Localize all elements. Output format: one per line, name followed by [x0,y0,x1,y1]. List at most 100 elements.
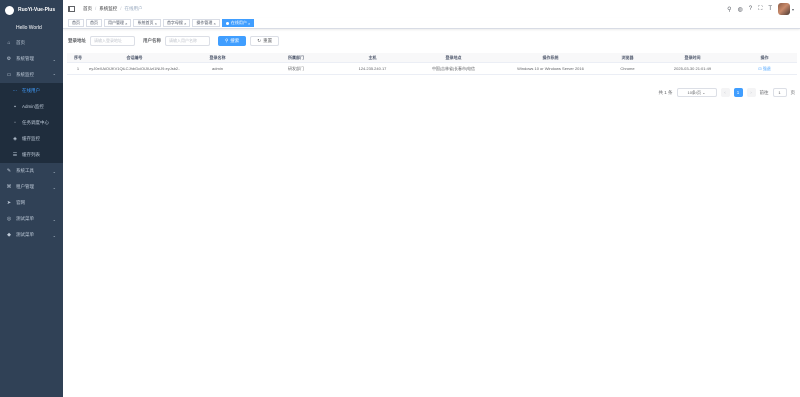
column-header: 登录名称 [209,54,226,60]
sidebar-item-system[interactable]: ⚙ 系统管理 ⌄ [0,51,63,67]
close-icon[interactable]: × [125,21,127,26]
tag-user-management[interactable]: 用户管理 × [104,19,132,27]
column-header: 序号 [74,54,82,60]
tag-home-2[interactable]: 首页 [86,19,102,27]
table-cell-host: 124.235.240.17 [358,66,387,71]
greeting: Hello World [16,24,42,31]
table-cell-index: 1 [76,66,80,71]
sidebar-item-test-1[interactable]: ◎ 测试菜单 ⌄ [0,211,63,227]
force-logout-button[interactable]: ⊡ 强退 [732,66,797,72]
job-icon: ▫ [14,120,16,126]
breadcrumb-monitor: 系统监控 [99,6,118,11]
active-dot-icon [225,21,229,25]
goto-page-input[interactable]: 1 [772,88,787,97]
test-icon: ◎ [6,216,12,222]
breadcrumb-current: 在线用户 [124,6,143,11]
tag-online-users[interactable]: 在线用户 × [221,19,255,27]
column-header: 操作 [760,54,769,60]
online-icon: ⋯ [12,88,18,94]
app-title: RuoYi-Vue-Plus [18,7,56,13]
delete-icon: ⊡ [758,65,762,71]
github-icon[interactable]: ◍ [738,6,743,13]
tenant-icon: ⌘ [6,184,12,190]
refresh-icon: ↻ [257,38,262,43]
column-header: 操作系统 [542,54,559,60]
chevron-down-icon: ⌄ [52,232,56,238]
table-cell-location: 中国|吉林省|长春市|电信 [431,65,476,71]
server-icon: ▪ [14,104,16,110]
sidebar-item-cache-list[interactable]: ☰ 缓存列表 [0,147,63,163]
navbar-actions: ⚲ ◍ ? ⛶ T ▾ [727,3,794,15]
column-header: 浏览器 [621,54,634,60]
prev-page-button[interactable]: ‹ [720,88,730,97]
sidebar-item-website[interactable]: ➤ 官网 [0,195,63,211]
table-cell-username: admin [212,66,223,71]
font-size-icon[interactable]: T [768,6,772,12]
tag-initial-search[interactable]: 首字母搜 × [162,19,191,27]
hamburger-icon[interactable] [68,6,75,12]
sidebar-item-job-center[interactable]: ▫ 任务调度中心 [0,115,63,131]
breadcrumb-home[interactable]: 首页 [83,6,92,12]
online-users-table: 序号 会话编号 登录名称 所属部门 主机 登录地点 操作系统 浏览器 登录时间 … [67,53,797,75]
tag-home[interactable]: 首页 [68,19,84,27]
sidebar-item-test-2[interactable]: ◆ 测试菜单 ⌄ [0,227,63,243]
table-cell-token: eyJ0eXAiOiJKV1QiLCJhbGciOiJIUzI1NiJ9.eyJ… [89,66,180,71]
search-button[interactable]: ⚲ 搜索 [218,36,247,46]
chevron-down-icon: ⌄ [52,168,56,174]
gear-icon: ⚙ [6,56,12,62]
reset-button[interactable]: ↻ 重置 [250,36,280,46]
close-icon[interactable]: × [184,21,186,26]
sidebar: RuoYi-Vue-Plus Hello World ⌂ 首页 ⚙ 系统管理 ⌄… [0,0,63,397]
close-icon[interactable]: × [248,21,250,26]
table-row: 1 eyJ0eXAiOiJKV1QiLCJhbGciOiJIUzI1NiJ9.e… [67,63,797,75]
sidebar-item-tenant[interactable]: ⌘ 租户管理 ⌄ [0,179,63,195]
table-cell-dept: 研发部门 [288,65,304,71]
dashboard-icon: ⌂ [7,40,11,46]
username-label: 用户名称 [143,38,161,43]
column-header: 所属部门 [288,54,304,60]
avatar[interactable] [777,3,790,15]
sidebar-item-admin-monitor[interactable]: ▪ Admin监控 [0,99,63,115]
search-icon[interactable]: ⚲ [727,6,731,13]
send-icon: ➤ [6,200,12,206]
question-icon[interactable]: ? [749,6,752,12]
page-size-select[interactable]: 10条/页 ⌄ [676,88,717,97]
column-header: 登录地点 [445,54,462,60]
ip-input[interactable]: 请输入登录地址 [90,36,135,46]
close-icon[interactable]: × [214,21,216,26]
chevron-down-icon: ⌄ [52,216,56,222]
sidebar-logo[interactable]: RuoYi-Vue-Plus [0,0,63,20]
sidebar-item-home[interactable]: ⌂ 首页 [0,35,63,51]
search-form: 登录地址 请输入登录地址 用户名称 请输入用户名称 ⚲ 搜索 ↻ 重置 [68,35,795,47]
table-cell-login-time: 2025-03-30 21:01:49 [673,66,712,71]
sidebar-item-online-users[interactable]: ⋯ 在线用户 [0,83,63,99]
close-icon[interactable]: × [155,21,157,26]
sidebar-item-tools[interactable]: ✎ 系统工具 ⌄ [0,163,63,179]
chevron-up-icon: ⌃ [52,72,56,78]
next-page-button[interactable]: › [746,88,756,97]
column-header: 会话编号 [126,54,143,60]
sidebar-item-monitor[interactable]: ▭ 系统监控 ⌃ [0,67,63,83]
goto-label: 前往 [759,89,769,95]
tag-operation-management[interactable]: 操作管理 × [192,19,220,27]
chevron-down-icon: ⌄ [52,184,56,190]
navbar: 首页 / 系统监控 / 在线用户 ⚲ ◍ ? ⛶ T ▾ [63,0,800,18]
breadcrumb-separator: / [95,6,97,11]
main-content: 登录地址 请输入登录地址 用户名称 请输入用户名称 ⚲ 搜索 ↻ 重置 [63,30,800,397]
fullscreen-icon[interactable]: ⛶ [758,6,762,13]
username-input[interactable]: 请输入用户名称 [165,36,210,46]
column-header: 登录时间 [684,54,701,60]
chevron-down-icon: ⌄ [52,56,56,62]
caret-down-icon[interactable]: ▾ [792,7,794,12]
column-header: 主机 [368,54,377,60]
breadcrumb: 首页 / 系统监控 / 在线用户 [83,6,143,12]
monitor-icon: ▭ [6,72,12,78]
test-icon: ◆ [7,232,11,238]
page-number[interactable]: 1 [733,88,743,97]
chevron-down-icon: ⌄ [702,90,706,95]
sidebar-submenu-monitor: ⋯ 在线用户 ▪ Admin监控 ▫ 任务调度中心 ◈ 缓存监控 ☰ 缓存列表 [0,83,63,163]
tag-system-home[interactable]: 系统首页 × [133,19,161,27]
tags-view: 首页 首页 用户管理 × 系统首页 × 首字母搜 × 操作管理 × 在线用户 × [63,18,800,29]
table-cell-os: Windows 10 or Windows Server 2016 [517,66,584,71]
sidebar-item-cache-monitor[interactable]: ◈ 缓存监控 [0,131,63,147]
